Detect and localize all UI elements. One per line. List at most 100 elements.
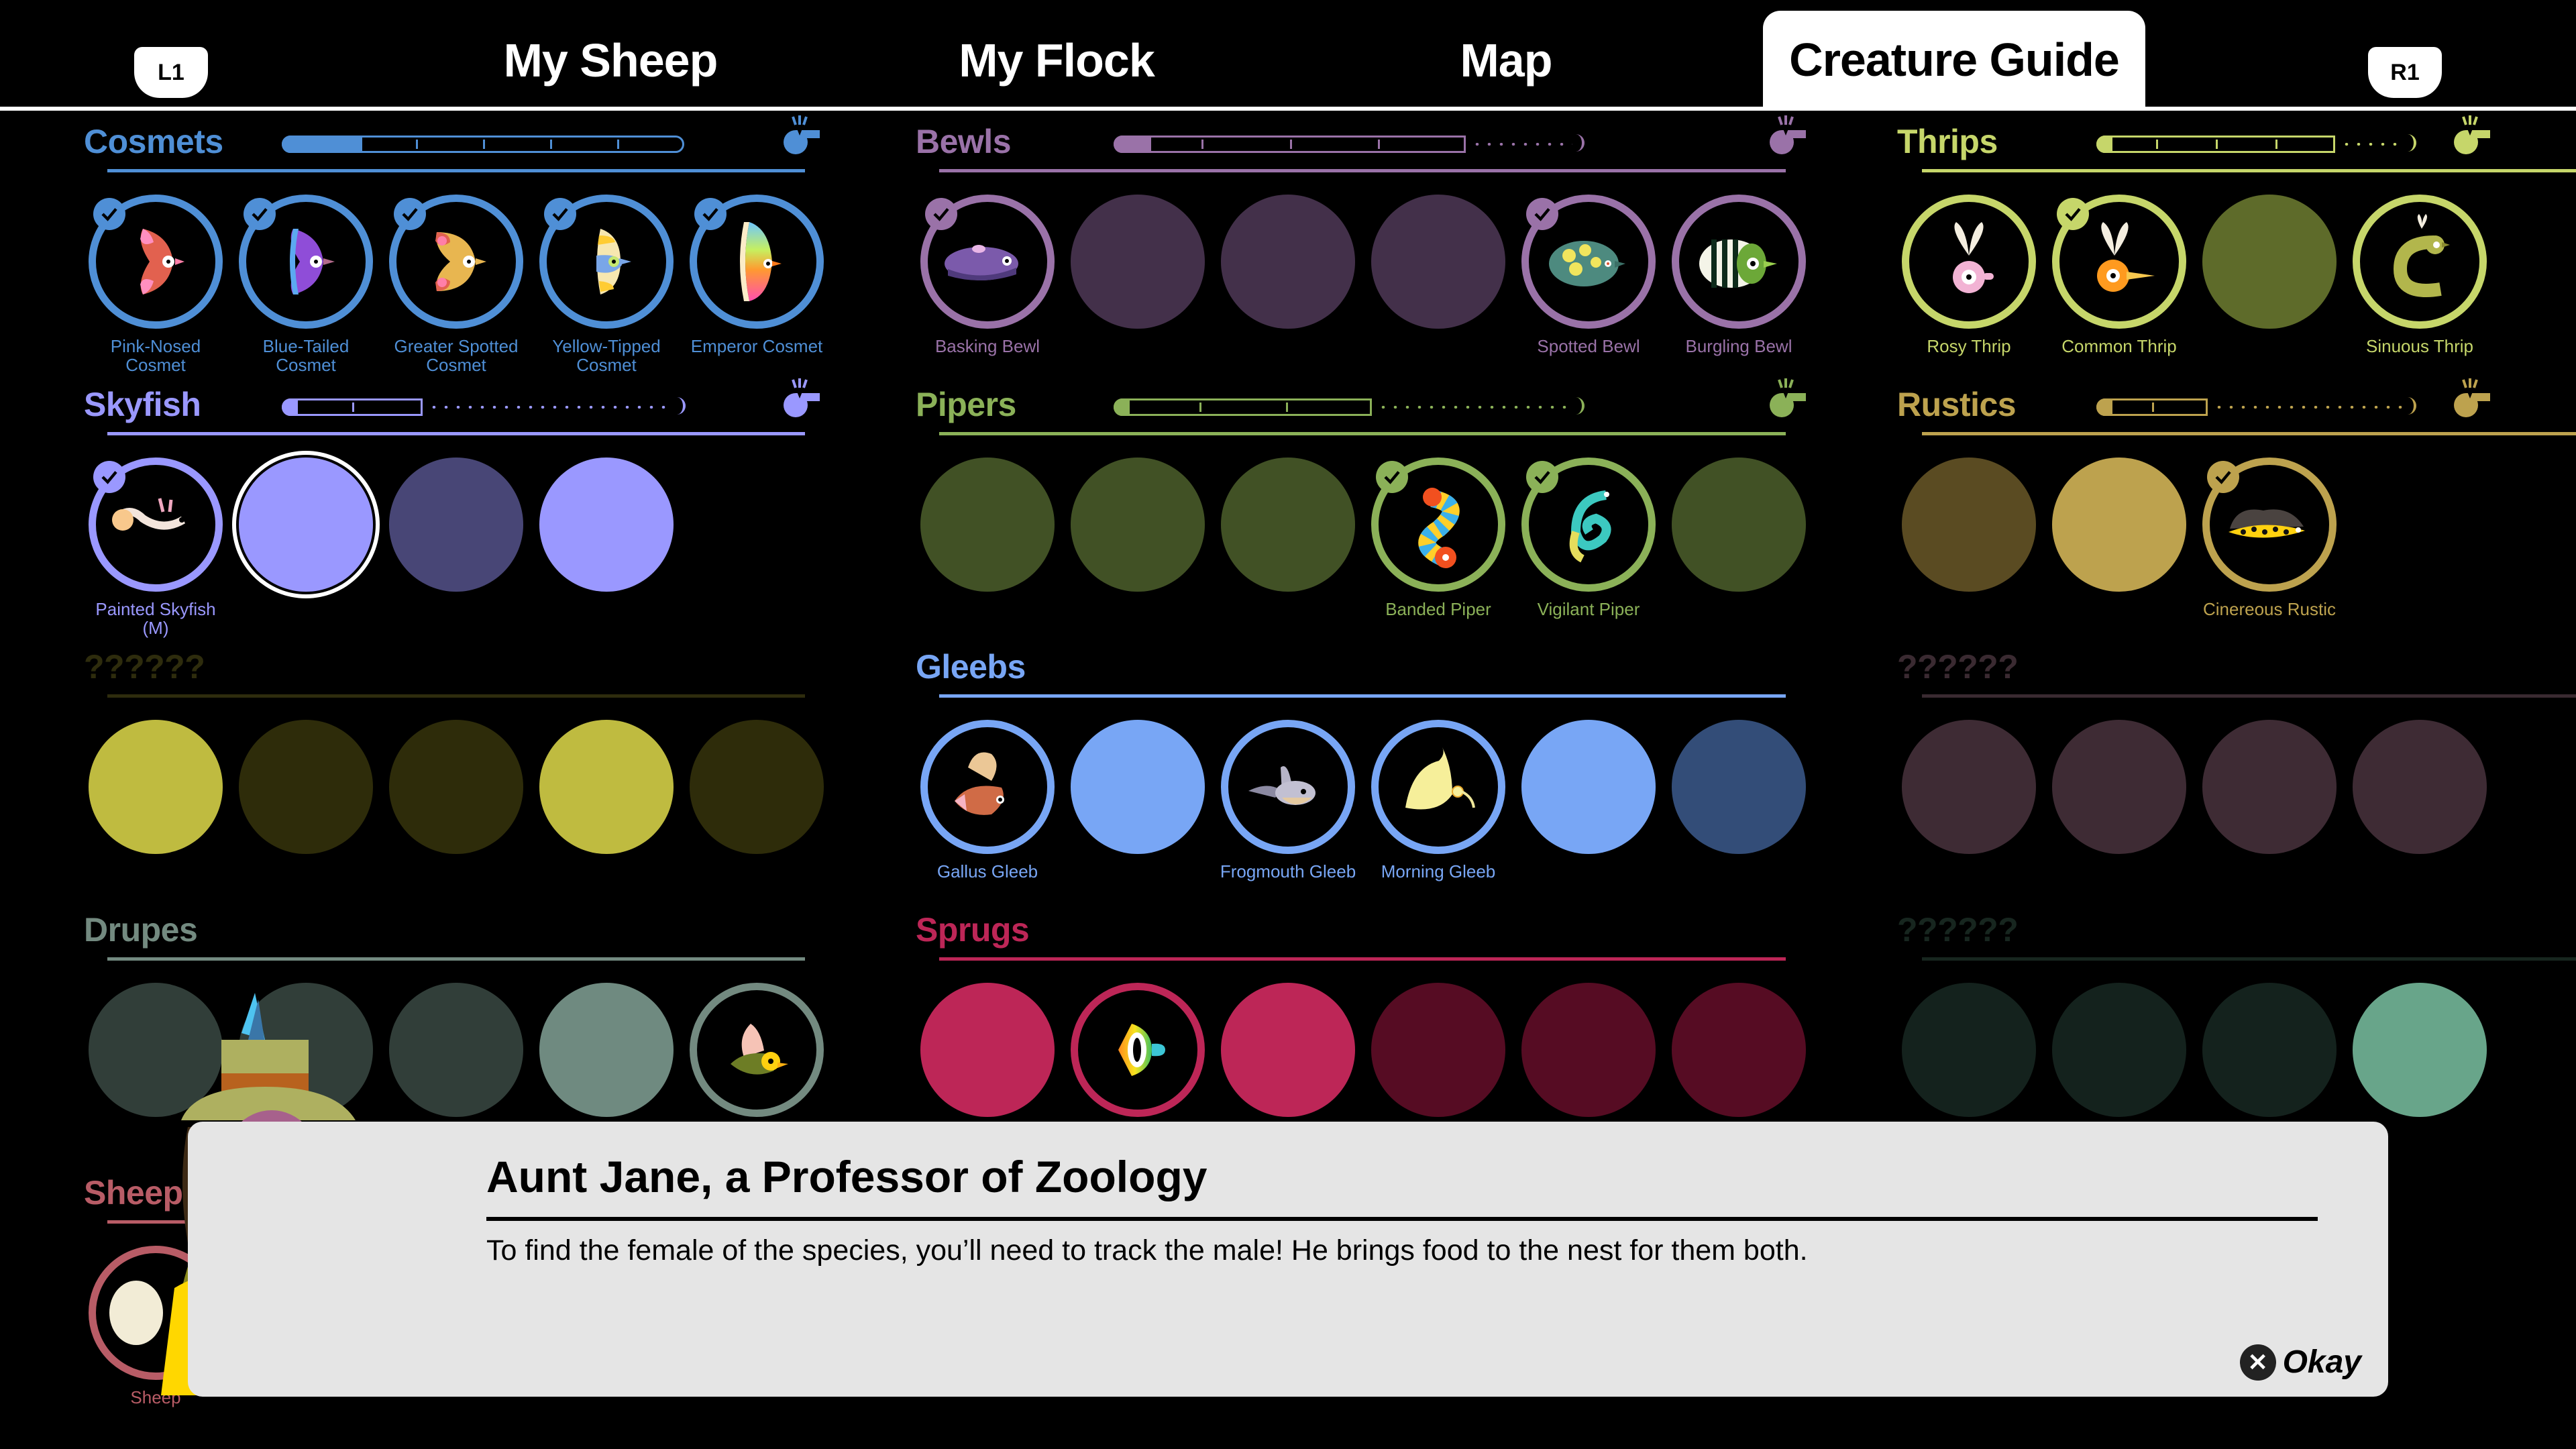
creature-slot-blue-tailed-cosmet[interactable] [239, 195, 373, 329]
creature-slot-frogmouth-gleeb[interactable] [1221, 720, 1355, 854]
tab-map[interactable]: Map [1382, 13, 1630, 107]
unknown-creature-slot[interactable] [2052, 983, 2186, 1117]
unknown-creature-slot[interactable] [2202, 983, 2337, 1117]
okay-button[interactable]: ✕ Okay [2239, 1344, 2361, 1381]
creature-label: Emperor Cosmet [690, 336, 823, 356]
whistle-icon-thrips[interactable] [2449, 114, 2491, 157]
progress-bar-pipers [1114, 397, 1585, 416]
balsamic-drupe-icon [731, 1024, 788, 1075]
progress-tick [1378, 140, 1380, 149]
creature-slot-common-thrip[interactable] [2052, 195, 2186, 329]
unknown-creature-slot[interactable] [1371, 195, 1505, 329]
unknown-creature-slot[interactable] [389, 458, 523, 592]
whistle-icon-bewls[interactable] [1764, 114, 1807, 157]
creature-slot-morning-gleeb[interactable] [1371, 720, 1505, 854]
whistle-icon-skyfish[interactable] [778, 377, 821, 420]
section-divider-thrips [1922, 169, 2576, 172]
creature-slot-banded-piper[interactable] [1371, 458, 1505, 592]
creature-slot-balsamic-drupe[interactable] [690, 983, 824, 1117]
unknown-creature-slot[interactable] [1221, 458, 1355, 592]
unknown-creature-slot[interactable] [89, 720, 223, 854]
section-divider-rustics [1922, 432, 2576, 435]
creature-slot-greater-spotted-cosmet[interactable] [389, 195, 523, 329]
creature-slot-rainbow-sprug[interactable] [1071, 983, 1205, 1117]
unknown-creature-slot[interactable] [1902, 720, 2036, 854]
unknown-creature-slot[interactable] [389, 720, 523, 854]
progress-remaining-dots [1471, 143, 1572, 146]
progress-remaining-dots [2341, 143, 2404, 146]
unknown-creature-slot[interactable] [2052, 458, 2186, 592]
whistle-icon-pipers[interactable] [1764, 377, 1807, 420]
whistle-icon-cosmets[interactable] [778, 114, 821, 157]
creature-label: Pink-Nosed Cosmet [110, 336, 201, 375]
r1-shoulder-button[interactable]: R1 [2368, 47, 2442, 98]
unknown-creature-slot[interactable] [1521, 720, 1656, 854]
unknown-creature-slot[interactable] [1071, 720, 1205, 854]
section-title-cosmets: Cosmets [84, 123, 223, 160]
checkmark-icon [1526, 461, 1558, 493]
unknown-creature-slot[interactable] [2353, 983, 2487, 1117]
unknown-creature-slot[interactable] [1371, 983, 1505, 1117]
dialog-divider [486, 1217, 2318, 1221]
whistle-icon-rustics[interactable] [2449, 377, 2491, 420]
nav-divider [0, 107, 2576, 111]
tab-creature-guide[interactable]: Creature Guide [1763, 11, 2145, 109]
creature-label: Gallus Gleeb [936, 861, 1038, 881]
progress-tick [1286, 402, 1288, 412]
creature-label: Banded Piper [1385, 599, 1491, 619]
creature-slot-pink-nosed-cosmet[interactable] [89, 195, 223, 329]
unknown-creature-slot[interactable] [920, 983, 1055, 1117]
tab-my-sheep[interactable]: My Sheep [470, 13, 751, 107]
unknown-creature-slot[interactable] [2202, 720, 2337, 854]
checkmark-icon [93, 461, 125, 493]
tab-my-flock[interactable]: My Flock [919, 13, 1194, 107]
unknown-creature-slot[interactable] [239, 458, 373, 592]
section-divider-skyfish [107, 432, 805, 435]
unknown-creature-slot[interactable] [539, 458, 674, 592]
creature-slot-yellow-tipped-cosmet[interactable] [539, 195, 674, 329]
creature-slot-spotted-bewl[interactable] [1521, 195, 1656, 329]
morning-gleeb-icon [1405, 747, 1475, 810]
creature-slot-burgling-bewl[interactable] [1672, 195, 1806, 329]
unknown-creature-slot[interactable] [539, 720, 674, 854]
unknown-creature-slot[interactable] [2353, 720, 2487, 854]
section-divider-sprugs [939, 957, 1786, 961]
unknown-creature-slot[interactable] [539, 983, 674, 1117]
progress-end-cap [1574, 397, 1585, 415]
okay-label: Okay [2282, 1344, 2361, 1380]
rainbow-sprug-icon [1118, 1024, 1165, 1076]
unknown-creature-slot[interactable] [1221, 983, 1355, 1117]
checkmark-icon [394, 198, 426, 230]
creature-slot-vigilant-piper[interactable] [1521, 458, 1656, 592]
unknown-creature-slot[interactable] [2202, 195, 2337, 329]
creature-slot-emperor-cosmet[interactable] [690, 195, 824, 329]
unknown-creature-slot[interactable] [690, 720, 824, 854]
unknown-creature-slot[interactable] [239, 720, 373, 854]
creature-slot-painted-skyfish[interactable] [89, 458, 223, 592]
top-navigation: L1 My Sheep My Flock Map Creature Guide … [0, 0, 2576, 109]
unknown-creature-slot[interactable] [1902, 458, 2036, 592]
unknown-creature-slot[interactable] [1521, 983, 1656, 1117]
section-divider-drupes [107, 957, 805, 961]
creature-slot-rosy-thrip[interactable] [1902, 195, 2036, 329]
creature-label: Spotted Bewl [1537, 336, 1640, 356]
unknown-creature-slot[interactable] [2052, 720, 2186, 854]
progress-tick [2152, 402, 2154, 412]
creature-slot-gallus-gleeb[interactable] [920, 720, 1055, 854]
section-divider-pipers [939, 432, 1786, 435]
unknown-creature-slot[interactable] [920, 458, 1055, 592]
unknown-creature-slot[interactable] [1672, 983, 1806, 1117]
unknown-creature-slot[interactable] [1071, 195, 1205, 329]
creature-slot-cinereous-rustic[interactable] [2202, 458, 2337, 592]
creature-slot-sinuous-thrip[interactable] [2353, 195, 2487, 329]
l1-shoulder-button[interactable]: L1 [134, 47, 208, 98]
unknown-creature-slot[interactable] [1902, 983, 2036, 1117]
unknown-creature-slot[interactable] [1672, 720, 1806, 854]
section-title-pipers: Pipers [916, 386, 1016, 423]
unknown-creature-slot[interactable] [1071, 458, 1205, 592]
creature-slot-basking-bewl[interactable] [920, 195, 1055, 329]
unknown-creature-slot[interactable] [1672, 458, 1806, 592]
unknown-creature-slot[interactable] [1221, 195, 1355, 329]
progress-tick [2275, 140, 2277, 149]
progress-tick [1201, 140, 1203, 149]
